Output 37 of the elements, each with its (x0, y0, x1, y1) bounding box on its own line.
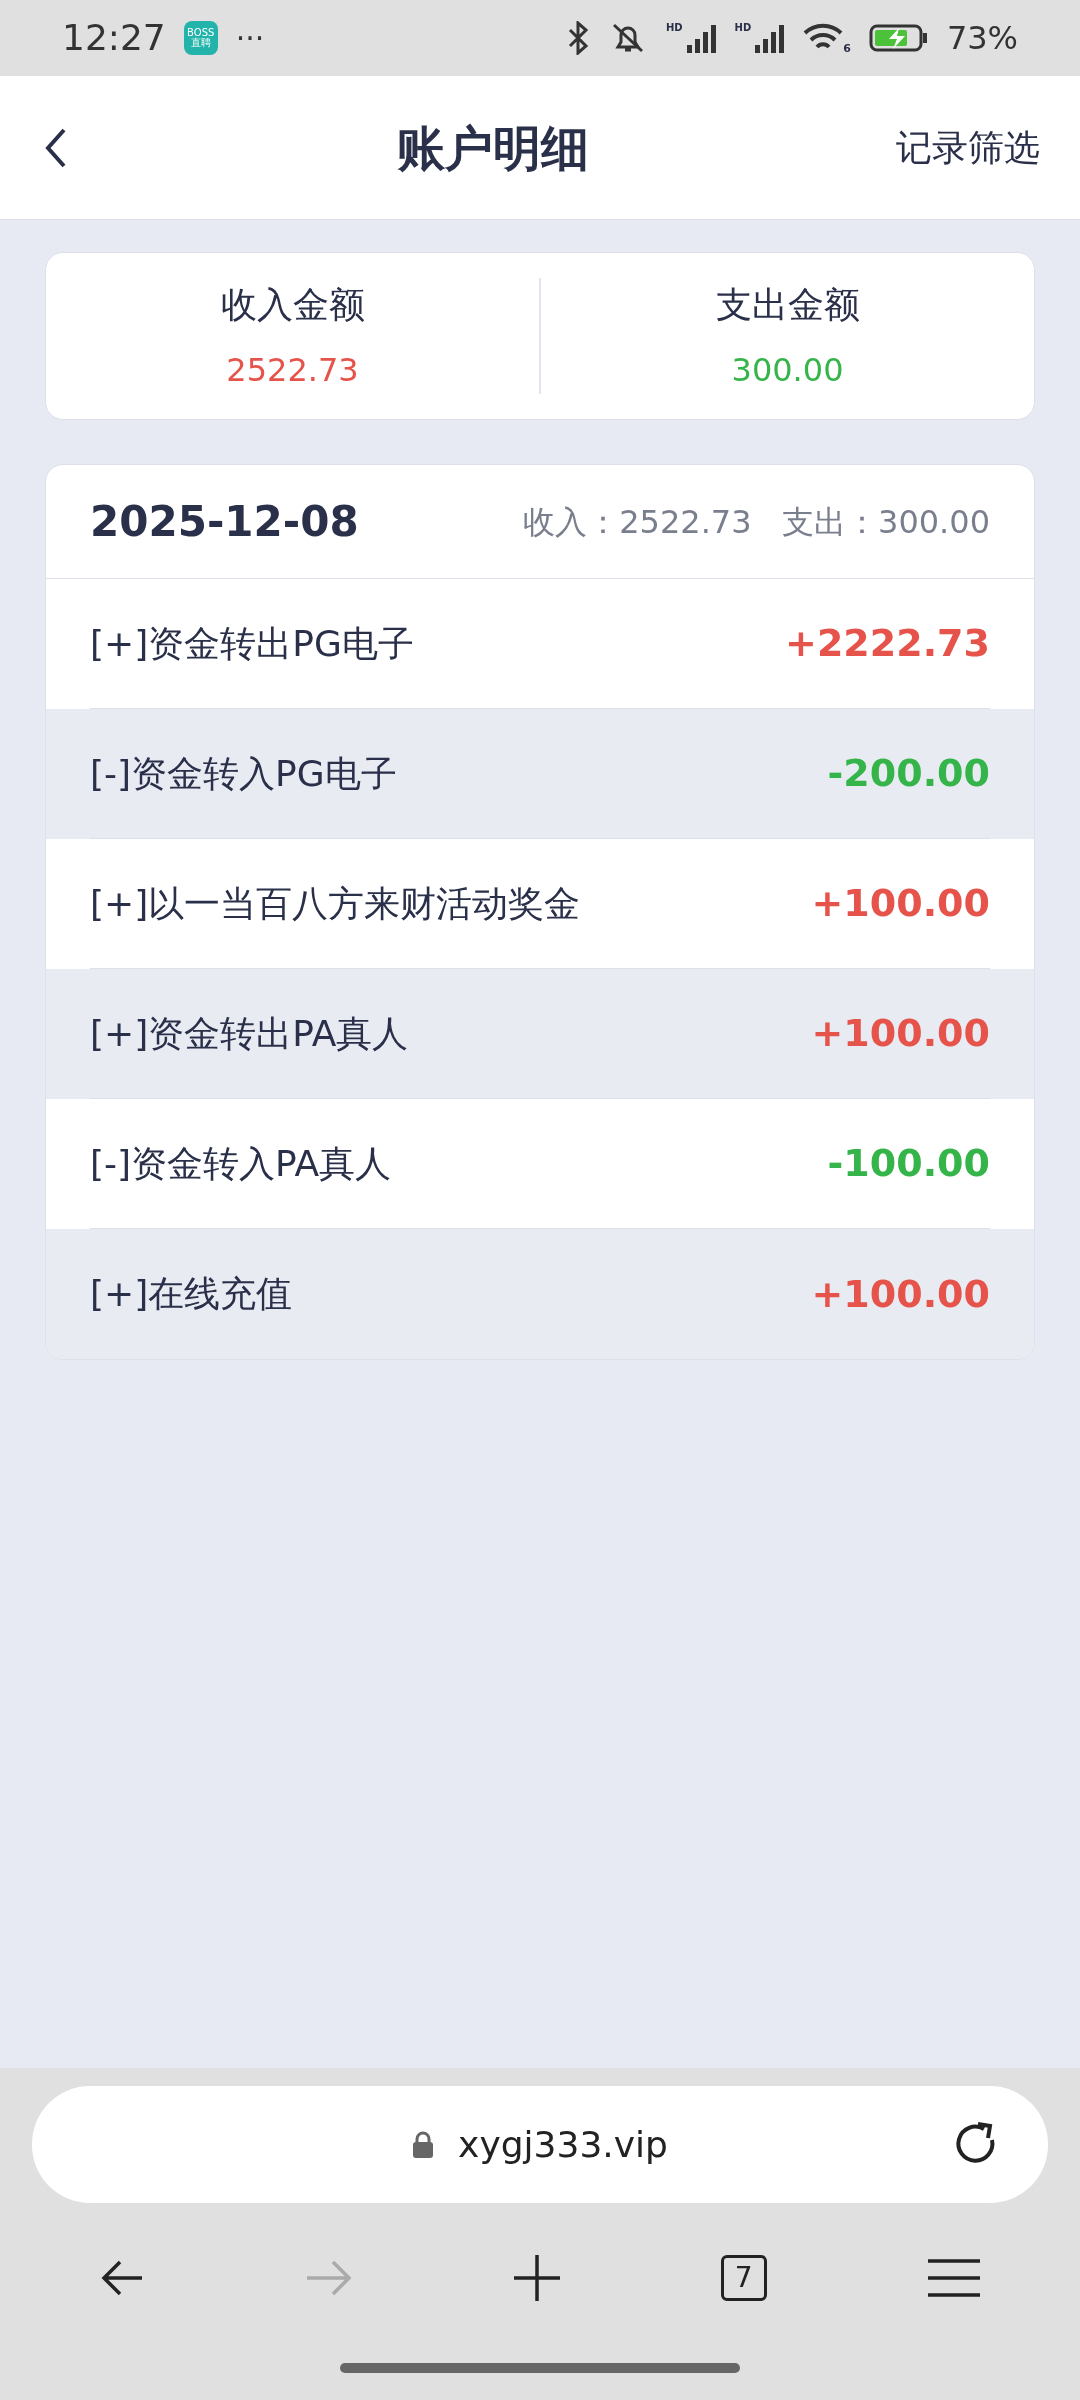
battery-icon (868, 23, 929, 53)
summary-label: 收入金额 (220, 283, 365, 327)
network-label: HD (734, 23, 752, 33)
wifi-label: 6 (843, 43, 851, 54)
summary-amount: 2522.73 (226, 350, 359, 391)
transaction-amount: +2222.73 (785, 620, 990, 667)
signal-icon (686, 23, 717, 53)
network-label: HD (665, 23, 683, 33)
transaction-amount: -100.00 (827, 1140, 990, 1187)
transaction-amount: -200.00 (827, 750, 990, 797)
transaction-title: [-]资金转入PA真人 (90, 1141, 392, 1186)
transaction-amount: +100.00 (811, 1010, 990, 1057)
record-filter-link[interactable]: 记录筛选 (896, 120, 1040, 175)
transaction-title: [+]资金转出PA真人 (90, 1011, 409, 1056)
transaction-title: [+]在线充值 (90, 1272, 293, 1316)
date-heading: 2025-12-08 (90, 496, 359, 548)
transaction-amount: +100.00 (811, 1270, 990, 1318)
summary-amount: 300.00 (731, 350, 844, 391)
lock-icon (412, 2130, 435, 2159)
url-text: xygj333.vip (458, 2122, 668, 2167)
new-tab-icon[interactable] (514, 2255, 560, 2301)
app-icon: BOSS 直聘 (183, 21, 218, 55)
more-indicator: ··· (235, 19, 265, 58)
transaction-title: [+]以一当百八方来财活动奖金 (90, 881, 581, 926)
summary-label: 支出金额 (715, 283, 860, 327)
tab-count-button[interactable]: 7 (720, 2255, 767, 2301)
day-totals: 收入：2522.73 支出：300.00 (523, 501, 990, 543)
status-time: 12:27 (62, 16, 166, 60)
page-title: 账户明细 (397, 118, 589, 178)
menu-icon[interactable] (927, 2258, 980, 2298)
transaction-amount: +100.00 (811, 880, 990, 927)
transaction-title: [-]资金转入PG电子 (90, 751, 397, 796)
battery-percentage: 73% (946, 18, 1018, 59)
back-arrow-icon[interactable] (100, 2258, 145, 2298)
address-bar[interactable]: xygj333.vip (32, 2086, 1048, 2203)
signal-icon (755, 23, 786, 53)
transaction-title: [+]资金转出PG电子 (90, 621, 414, 666)
